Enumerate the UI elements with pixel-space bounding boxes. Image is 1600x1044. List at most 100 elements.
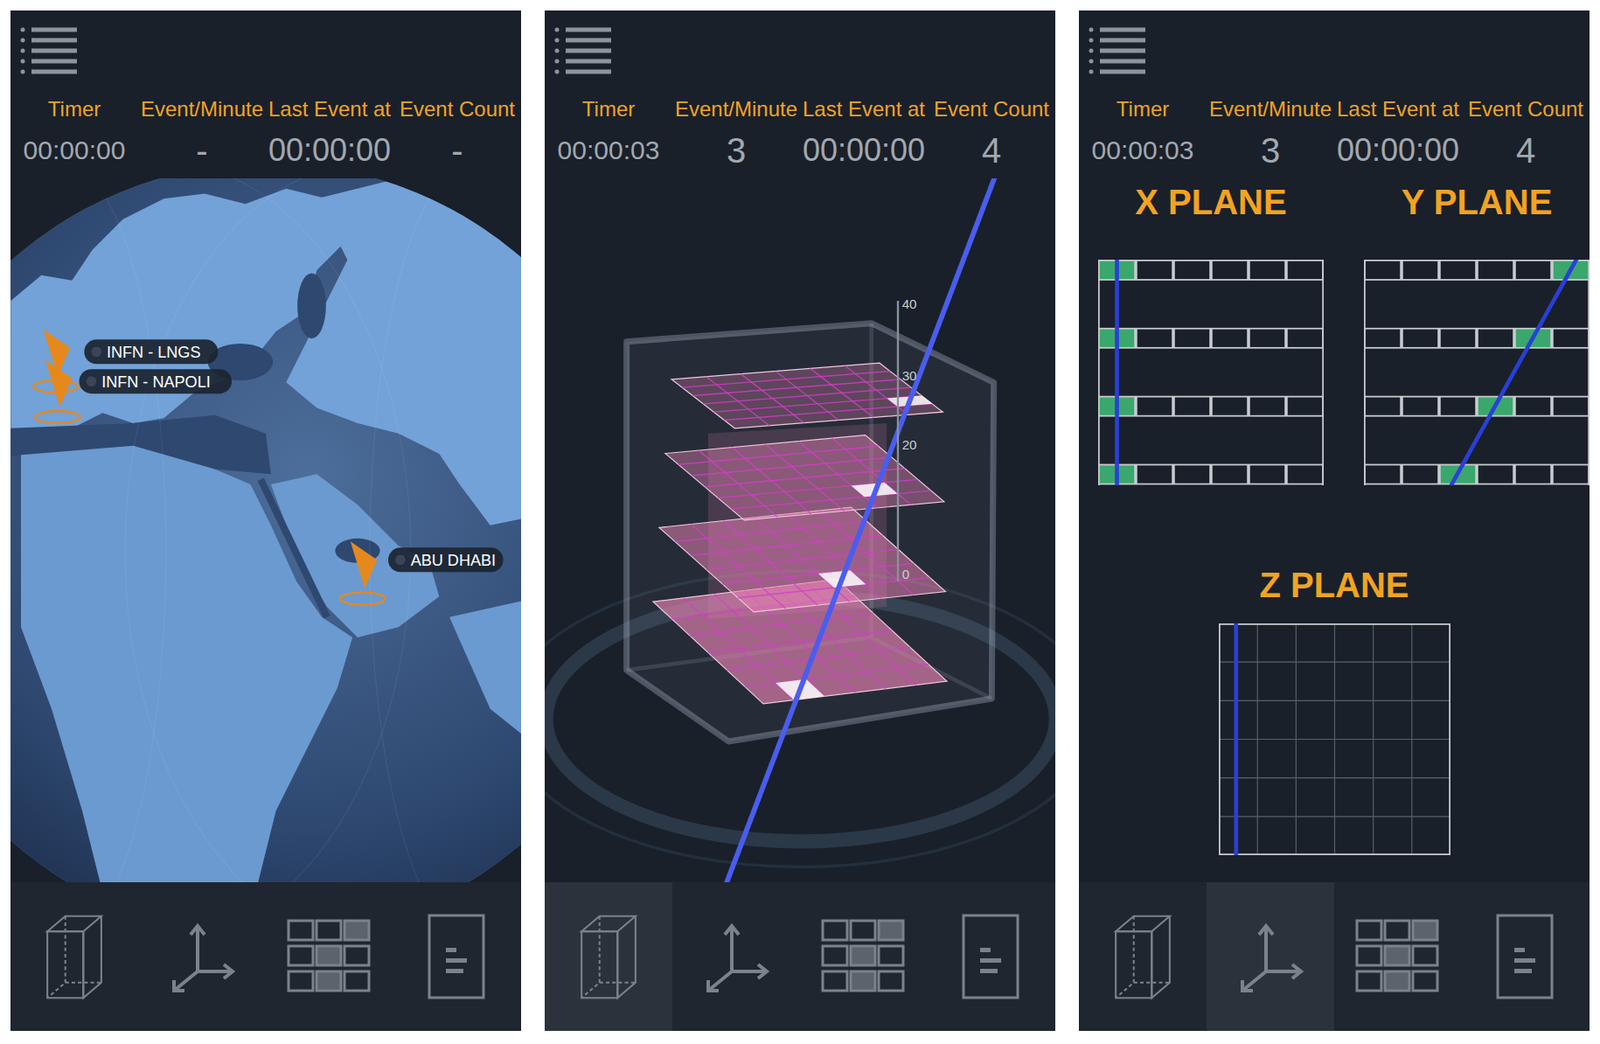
track-line — [1233, 623, 1239, 856]
strip-cell — [1136, 328, 1173, 348]
globe-view[interactable]: INFN - LNGS INFN - NAPOLI ABU DHABI — [10, 178, 522, 883]
strip-cell — [1515, 396, 1552, 417]
strip-cell — [1364, 464, 1401, 484]
stat-labels: TimerEvent/MinuteLast Event atEvent Coun… — [1078, 96, 1590, 123]
stat-label: Event/Minute — [138, 96, 266, 123]
detector-layer — [665, 435, 945, 521]
planes-view: X PLANEY PLANEZ PLANE — [1078, 178, 1590, 856]
detector-icon — [42, 911, 106, 1002]
grid-icon — [285, 917, 374, 996]
detector-icon — [1111, 911, 1175, 1002]
stat-label: Event/Minute — [672, 96, 800, 123]
axes-icon — [166, 917, 237, 996]
nav-tab[interactable] — [10, 882, 139, 1031]
nav-tab[interactable] — [393, 882, 522, 1031]
axes-icon — [1235, 917, 1306, 996]
nav-tab[interactable] — [544, 882, 673, 1031]
page: TimerEvent/MinuteLast Event atEvent Coun… — [0, 0, 1600, 1044]
stat-label: Last Event at — [1334, 96, 1462, 123]
stat-value: 3 — [1206, 131, 1335, 170]
strip-cell — [1174, 260, 1211, 280]
strip-cell — [1174, 328, 1211, 348]
axis-label: 30 — [902, 368, 918, 383]
strip-cell — [1552, 328, 1589, 348]
site-name: INFN - NAPOLI — [101, 373, 211, 391]
strip-cell — [1477, 328, 1514, 348]
menu-icon[interactable] — [1087, 24, 1149, 79]
detector-layer — [659, 507, 946, 613]
site-name: INFN - LNGS — [106, 343, 201, 362]
site-pin[interactable]: INFN - NAPOLI — [34, 360, 232, 424]
phone-screen: TimerEvent/MinuteLast Event atEvent Coun… — [544, 10, 1056, 1031]
strip-cell — [1364, 328, 1401, 348]
nav-tab[interactable] — [800, 882, 928, 1031]
strip-plane — [1098, 259, 1324, 486]
stat-values: 00:00:03300:00:004 — [544, 131, 1056, 170]
menu-button[interactable] — [10, 10, 522, 79]
strip-cell — [1249, 260, 1286, 280]
plane-title: X PLANE — [1134, 181, 1287, 223]
strip-cell — [1402, 396, 1439, 417]
stat-value: 4 — [927, 131, 1056, 170]
strip-cell — [1286, 396, 1323, 417]
strip-cell — [1174, 464, 1211, 484]
stat-values: 00:00:03300:00:004 — [1078, 131, 1590, 170]
stats-header: TimerEvent/MinuteLast Event atEvent Coun… — [544, 10, 1056, 179]
globe[interactable] — [10, 178, 522, 883]
nav-tab[interactable] — [927, 882, 1056, 1031]
plane-section: Y PLANE — [1363, 181, 1590, 486]
detector-view[interactable]: 40 30 20 0 — [544, 178, 1056, 883]
strip-cell — [1174, 396, 1211, 417]
bottom-nav — [10, 882, 522, 1031]
nav-tab[interactable] — [265, 882, 394, 1031]
menu-icon[interactable] — [19, 24, 81, 79]
phone-screen: TimerEvent/MinuteLast Event atEvent Coun… — [10, 10, 522, 1031]
report-icon — [960, 912, 1023, 1001]
menu-button[interactable] — [1078, 10, 1590, 79]
nav-tab[interactable] — [1206, 882, 1335, 1031]
nav-tab[interactable] — [138, 882, 266, 1031]
stat-label: Event Count — [1461, 96, 1590, 123]
strip-plane — [1363, 259, 1590, 486]
phone-screen: TimerEvent/MinuteLast Event atEvent Coun… — [1078, 10, 1590, 1031]
stats-header: TimerEvent/MinuteLast Event atEvent Coun… — [1078, 10, 1590, 179]
track-line — [1114, 259, 1120, 486]
nav-tab[interactable] — [1461, 882, 1590, 1031]
continents — [10, 178, 522, 883]
strip-cell — [1249, 464, 1286, 484]
nav-tab[interactable] — [1334, 882, 1462, 1031]
menu-button[interactable] — [544, 10, 1056, 79]
strip-cell — [1211, 328, 1248, 348]
nav-tab[interactable] — [672, 882, 800, 1031]
stat-values: 00:00:00-00:00:00- — [10, 131, 522, 170]
strip-cell — [1211, 260, 1248, 280]
axis-label: 0 — [902, 567, 910, 583]
grid-icon — [820, 917, 908, 996]
menu-icon[interactable] — [553, 24, 615, 79]
strip-cell — [1136, 464, 1173, 484]
stat-label: Event/Minute — [1206, 96, 1335, 123]
strip-cell — [1515, 464, 1552, 484]
report-icon — [1495, 912, 1557, 1001]
site-label — [83, 339, 218, 364]
view-content: 40 30 20 0 — [544, 178, 1056, 883]
strip-cell — [1440, 260, 1476, 280]
stat-value: - — [393, 131, 522, 170]
stat-label: Event Count — [393, 96, 522, 123]
grid-icon — [1354, 917, 1442, 996]
nav-tab[interactable] — [1078, 882, 1207, 1031]
axis-label: 20 — [902, 437, 918, 453]
stat-value: 00:00:03 — [1078, 131, 1207, 170]
view-content: INFN - LNGS INFN - NAPOLI ABU DHABI — [10, 178, 522, 883]
strip-cell — [1211, 396, 1248, 417]
strip-cell — [1440, 396, 1476, 417]
view-content: X PLANEY PLANEZ PLANE — [1078, 178, 1590, 883]
axis-label: 40 — [902, 296, 918, 312]
track-line — [1447, 259, 1580, 486]
report-icon — [426, 912, 488, 1001]
stat-labels: TimerEvent/MinuteLast Event atEvent Coun… — [10, 96, 522, 123]
site-pin[interactable]: ABU DHABI — [340, 541, 503, 605]
stat-label: Last Event at — [265, 96, 394, 123]
plane-title: Y PLANE — [1401, 181, 1553, 223]
stat-value: 00:00:00 — [265, 131, 394, 170]
